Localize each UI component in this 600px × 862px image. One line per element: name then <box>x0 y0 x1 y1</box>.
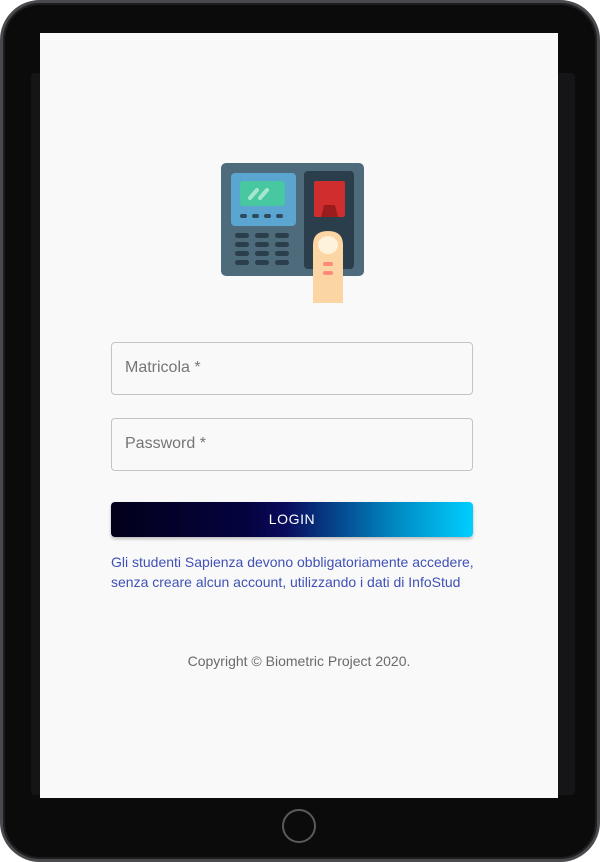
notice-line-2: senza creare alcun account, utilizzando … <box>111 574 461 590</box>
matricola-field[interactable]: Matricola * <box>111 342 473 395</box>
copyright-text: Copyright © Biometric Project 2020. <box>187 653 411 669</box>
notice-line-1: Gli studenti Sapienza devono obbligatori… <box>111 554 474 570</box>
matricola-input[interactable] <box>112 343 472 394</box>
home-button[interactable] <box>282 809 316 843</box>
fingerprint-attendance-scanner-icon <box>221 163 364 303</box>
password-input[interactable] <box>112 419 472 470</box>
password-field[interactable]: Password * <box>111 418 473 471</box>
sapienza-notice: Gli studenti Sapienza devono obbligatori… <box>111 552 491 592</box>
login-button[interactable]: LOGIN <box>111 502 473 537</box>
login-screen: Matricola * Password * LOGIN Gli student… <box>40 33 558 798</box>
